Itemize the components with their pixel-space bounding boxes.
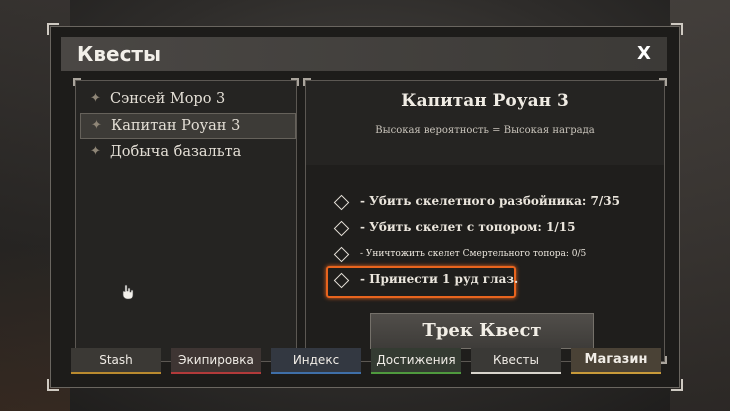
panel-corner	[659, 78, 667, 86]
nav-label: Достижения	[376, 353, 456, 367]
quest-item-label: Капитан Роуан 3	[111, 118, 241, 134]
nav-label: Stash	[99, 353, 133, 367]
quests-window: Квесты X ✦ Сэнсей Моро 3 ✦ Капитан Роуан…	[47, 23, 683, 391]
quest-item-label: Сэнсей Моро 3	[110, 91, 226, 107]
mouse-cursor-icon	[122, 284, 134, 300]
nav-label: Квесты	[492, 353, 540, 367]
panel-corner	[303, 78, 311, 86]
objective-text: - Принести 1 руд глаз.	[360, 272, 519, 286]
quest-item-label: Добыча базальта	[110, 144, 242, 160]
quest-title: Капитан Роуан 3	[401, 91, 569, 111]
nav-achievements-button[interactable]: Достижения	[371, 348, 461, 374]
close-button[interactable]: X	[631, 41, 657, 67]
track-quest-button[interactable]: Трек Квест	[370, 313, 594, 349]
nav-shop-button[interactable]: Магазин	[571, 348, 661, 374]
title-bar: Квесты X	[61, 37, 667, 71]
quest-list-panel: ✦ Сэнсей Моро 3 ✦ Капитан Роуан 3 ✦ Добы…	[73, 78, 299, 364]
frame-corner	[47, 379, 59, 391]
quest-list-item-selected[interactable]: ✦ Капитан Роуан 3	[80, 113, 296, 139]
nav-label: Индекс	[292, 353, 340, 367]
nav-stash-button[interactable]: Stash	[71, 348, 161, 374]
quest-star-icon: ✦	[90, 144, 101, 159]
nav-equipment-button[interactable]: Экипировка	[171, 348, 261, 374]
nav-index-button[interactable]: Индекс	[271, 348, 361, 374]
objective-text: - Уничтожить скелет Смертельного топора:…	[360, 249, 587, 259]
nav-label: Магазин	[584, 352, 648, 367]
quest-detail-panel: Капитан Роуан 3 Высокая вероятность = Вы…	[303, 78, 667, 364]
objective-text: - Убить скелет с топором: 1/15	[360, 220, 576, 234]
panel-corner	[73, 78, 81, 86]
frame-corner	[671, 23, 683, 35]
nav-quests-button[interactable]: Квесты	[471, 348, 561, 374]
objective-text: - Убить скелетного разбойника: 7/35	[360, 194, 620, 208]
quest-subtitle: Высокая вероятность = Высокая награда	[375, 125, 595, 136]
quest-list-item[interactable]: ✦ Сэнсей Моро 3	[80, 87, 294, 111]
quest-star-icon: ✦	[91, 118, 102, 133]
frame-corner	[47, 23, 59, 35]
bottom-nav: Stash Экипировка Индекс Достижения Квест…	[65, 348, 665, 376]
nav-label: Экипировка	[178, 353, 254, 367]
quest-star-icon: ✦	[90, 91, 101, 106]
frame-corner	[671, 379, 683, 391]
window-title: Квесты	[77, 42, 162, 66]
panel-corner	[291, 78, 299, 86]
quest-list-item[interactable]: ✦ Добыча базальта	[80, 140, 294, 164]
